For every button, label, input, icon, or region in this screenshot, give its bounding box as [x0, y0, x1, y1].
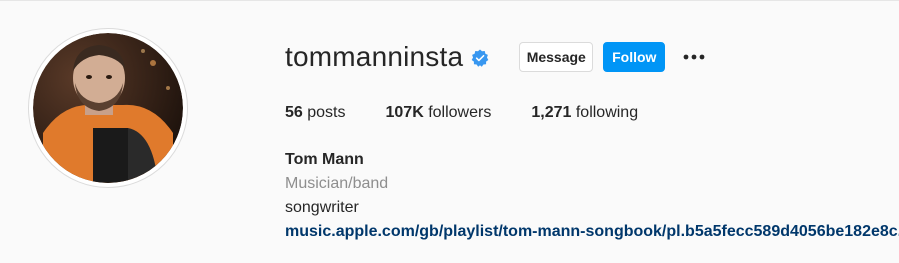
followers-stat[interactable]: 107K followers: [386, 104, 492, 122]
bio-link[interactable]: music.apple.com/gb/playlist/tom-mann-son…: [285, 223, 899, 240]
posts-stat: 56 posts: [285, 104, 346, 122]
message-button[interactable]: Message: [519, 42, 594, 72]
bio-text: songwriter: [285, 199, 359, 216]
profile-title-row: tommanninsta Message Follow: [285, 39, 706, 75]
verified-badge-icon: [471, 49, 489, 67]
username: tommanninsta: [285, 41, 464, 72]
more-options-icon[interactable]: [682, 45, 706, 69]
followers-label: followers: [428, 104, 492, 121]
follow-button[interactable]: Follow: [603, 42, 666, 72]
avatar-ring[interactable]: [28, 28, 188, 188]
profile-bio: Tom Mann Musician/band songwriter music.…: [285, 148, 899, 244]
following-label: following: [575, 104, 639, 121]
posts-label: posts: [307, 104, 346, 121]
display-name: Tom Mann: [285, 151, 364, 168]
followers-count: 107K: [385, 104, 424, 121]
avatar[interactable]: [33, 33, 183, 183]
profile-header: tommanninsta Message Follow 56 posts 107…: [0, 0, 899, 263]
category-label: Musician/band: [285, 175, 389, 192]
following-count: 1,271: [531, 104, 572, 121]
following-stat[interactable]: 1,271 following: [531, 104, 638, 122]
posts-count: 56: [285, 104, 303, 121]
profile-stats: 56 posts 107K followers 1,271 following: [285, 104, 678, 122]
